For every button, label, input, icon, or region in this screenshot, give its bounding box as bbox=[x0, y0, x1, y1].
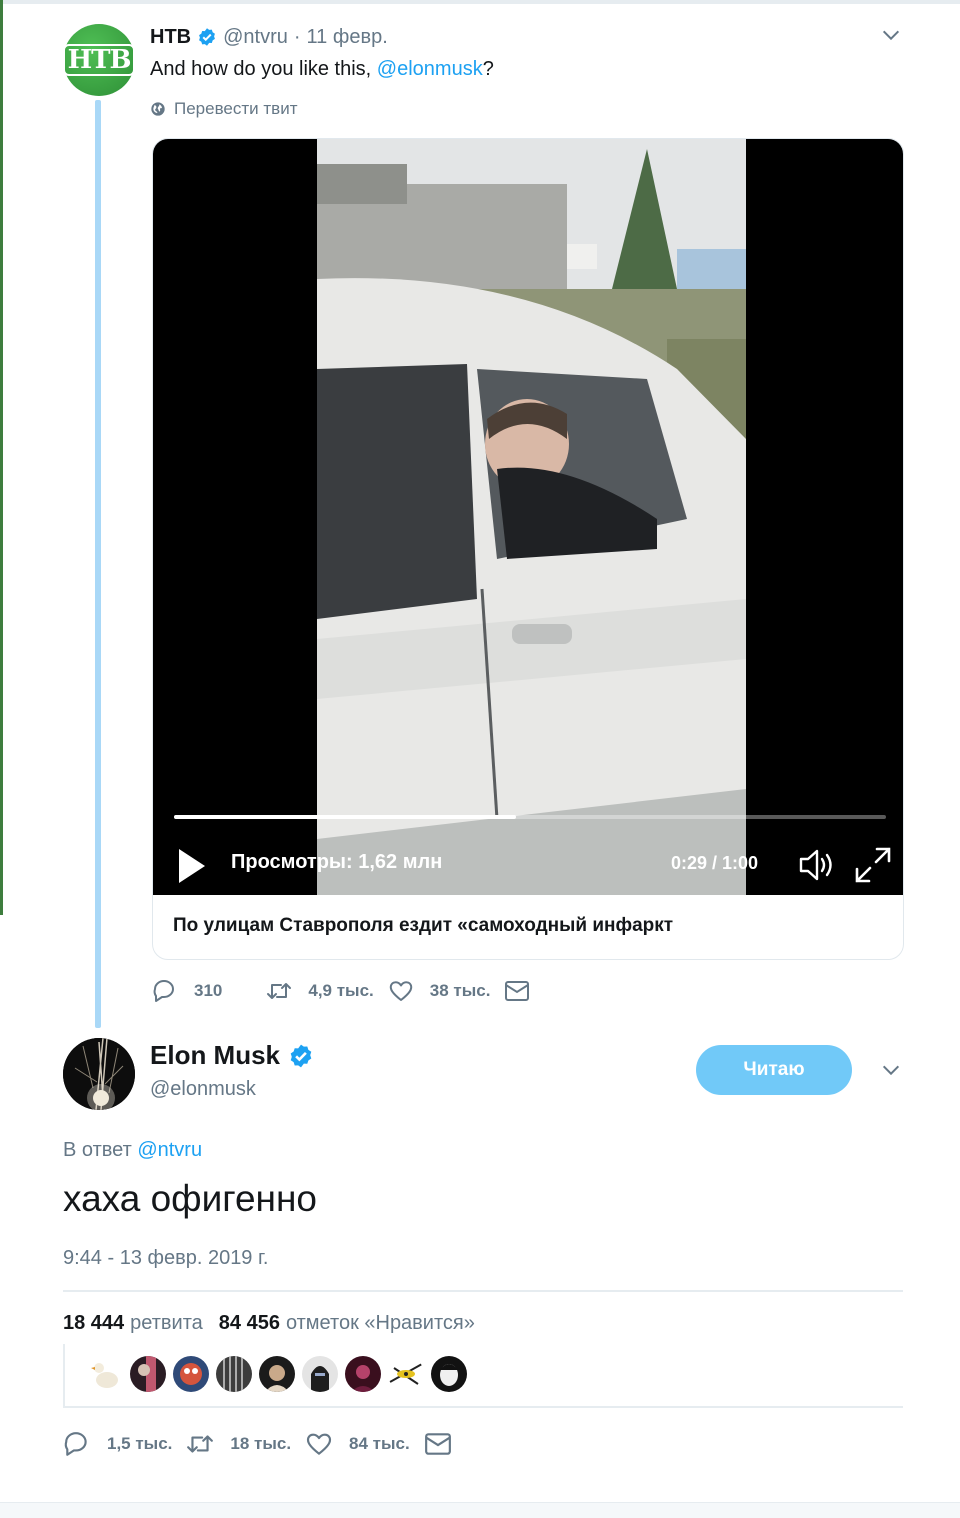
reply-prefix: В ответ bbox=[63, 1139, 132, 1161]
like-count: 38 тыс. bbox=[429, 981, 491, 1000]
volume-icon[interactable] bbox=[797, 845, 837, 885]
verified-badge-icon bbox=[290, 1044, 312, 1067]
like-icon bbox=[389, 981, 412, 1001]
liker-avatar[interactable] bbox=[216, 1356, 252, 1392]
video-card[interactable]: Просмотры: 1,62 млн 0:29 / 1:00 По улица… bbox=[152, 138, 904, 960]
tweet-text-end: ? bbox=[482, 58, 494, 80]
parent-tweet-actions: 310 4,9 тыс. 38 тыс. bbox=[152, 976, 560, 1006]
liker-avatar[interactable] bbox=[173, 1356, 209, 1392]
likes-count: 84 456 bbox=[218, 1312, 280, 1334]
retweets-label: ретвита bbox=[130, 1312, 203, 1334]
left-window-edge bbox=[0, 0, 3, 915]
message-icon bbox=[505, 981, 530, 1001]
play-icon[interactable] bbox=[177, 847, 207, 885]
mention-link[interactable]: @elonmusk bbox=[377, 58, 483, 80]
main-tweet-text: хаха офигенно bbox=[63, 1178, 317, 1219]
reply-icon bbox=[64, 1432, 87, 1456]
separator-dot: · bbox=[293, 25, 301, 48]
progress-bar[interactable] bbox=[174, 815, 886, 819]
retweets-stat[interactable]: 18 444 ретвита bbox=[63, 1312, 203, 1335]
liker-avatar[interactable] bbox=[431, 1356, 467, 1392]
video-player[interactable]: Просмотры: 1,62 млн 0:29 / 1:00 bbox=[153, 139, 903, 895]
tweet-stats: 18 444 ретвита 84 456 отметок «Нравится» bbox=[63, 1312, 491, 1335]
parent-tweet-text: And how do you like this, @elonmusk? bbox=[150, 58, 494, 81]
retweet-icon bbox=[267, 983, 292, 999]
bottom-border bbox=[0, 1502, 960, 1518]
progress-fill bbox=[174, 815, 516, 819]
reply-button[interactable]: 310 bbox=[152, 978, 222, 1004]
ntv-avatar[interactable]: НТВ bbox=[62, 24, 136, 96]
translate-tweet-link[interactable]: Перевести твит bbox=[150, 99, 297, 119]
thread-line bbox=[95, 100, 101, 1028]
liker-avatar[interactable] bbox=[345, 1356, 381, 1392]
retweet-button[interactable]: 18 тыс. bbox=[186, 1430, 291, 1458]
fullscreen-icon[interactable] bbox=[853, 845, 893, 885]
reply-button[interactable]: 1,5 тыс. bbox=[63, 1430, 172, 1458]
liker-avatars bbox=[63, 1344, 903, 1408]
liker-avatar[interactable] bbox=[87, 1356, 123, 1392]
avatar-image bbox=[63, 1038, 135, 1110]
like-count: 84 тыс. bbox=[349, 1434, 410, 1453]
like-button[interactable]: 38 тыс. bbox=[388, 978, 491, 1004]
video-frame bbox=[317, 139, 746, 895]
likes-label: отметок «Нравится» bbox=[285, 1312, 475, 1334]
reply-icon bbox=[153, 980, 174, 1002]
author-name[interactable]: НТВ bbox=[150, 26, 191, 49]
globe-icon bbox=[151, 102, 165, 116]
reply-count: 310 bbox=[194, 981, 223, 1000]
chevron-down-icon[interactable] bbox=[880, 1059, 902, 1081]
retweets-count: 18 444 bbox=[63, 1312, 125, 1334]
retweet-count: 18 тыс. bbox=[230, 1434, 292, 1453]
parent-tweet-header: НТВ @ntvru · 11 февр. bbox=[150, 24, 388, 50]
reply-count: 1,5 тыс. bbox=[107, 1434, 173, 1453]
reply-context: В ответ @ntvru bbox=[63, 1139, 202, 1162]
main-author-name[interactable]: Elon Musk bbox=[150, 1040, 320, 1071]
liker-avatar[interactable] bbox=[388, 1356, 424, 1392]
like-button[interactable]: 84 тыс. bbox=[305, 1430, 410, 1458]
elon-musk-avatar[interactable] bbox=[63, 1038, 135, 1110]
liker-avatar[interactable] bbox=[259, 1356, 295, 1392]
author-handle[interactable]: @ntvru bbox=[223, 26, 288, 49]
top-border bbox=[0, 0, 960, 4]
like-icon bbox=[306, 1433, 332, 1455]
tweet-timestamp[interactable]: 9:44 - 13 февр. 2019 г. bbox=[63, 1247, 268, 1270]
main-author-handle[interactable]: @elonmusk bbox=[150, 1078, 256, 1101]
likes-stat[interactable]: 84 456 отметок «Нравится» bbox=[219, 1312, 475, 1335]
direct-message-button[interactable] bbox=[424, 1430, 468, 1458]
direct-message-button[interactable] bbox=[504, 978, 546, 1004]
reply-mention-link[interactable]: @ntvru bbox=[137, 1139, 202, 1161]
retweet-icon bbox=[187, 1435, 214, 1453]
views-count: Просмотры: 1,62 млн bbox=[231, 851, 443, 873]
translate-label: Перевести твит bbox=[174, 99, 298, 118]
video-time: 0:29 / 1:00 bbox=[671, 853, 759, 873]
verified-badge-icon bbox=[199, 28, 216, 46]
main-tweet-actions: 1,5 тыс. 18 тыс. 84 тыс. bbox=[63, 1428, 482, 1460]
ntv-logo: НТВ bbox=[62, 44, 136, 76]
divider bbox=[63, 1290, 903, 1292]
author-name-text: Elon Musk bbox=[150, 1040, 281, 1070]
retweet-button[interactable]: 4,9 тыс. bbox=[266, 978, 374, 1004]
retweet-count: 4,9 тыс. bbox=[308, 981, 374, 1000]
chevron-down-icon[interactable] bbox=[880, 24, 902, 46]
liker-avatar[interactable] bbox=[130, 1356, 166, 1392]
card-title[interactable]: По улицам Ставрополя ездит «самоходный и… bbox=[173, 915, 673, 937]
message-icon bbox=[424, 1433, 451, 1455]
tweet-date[interactable]: 11 февр. bbox=[307, 26, 388, 49]
liker-avatar[interactable] bbox=[302, 1356, 338, 1392]
following-button[interactable]: Читаю bbox=[696, 1045, 852, 1095]
tweet-text: And how do you like this, bbox=[150, 58, 377, 80]
